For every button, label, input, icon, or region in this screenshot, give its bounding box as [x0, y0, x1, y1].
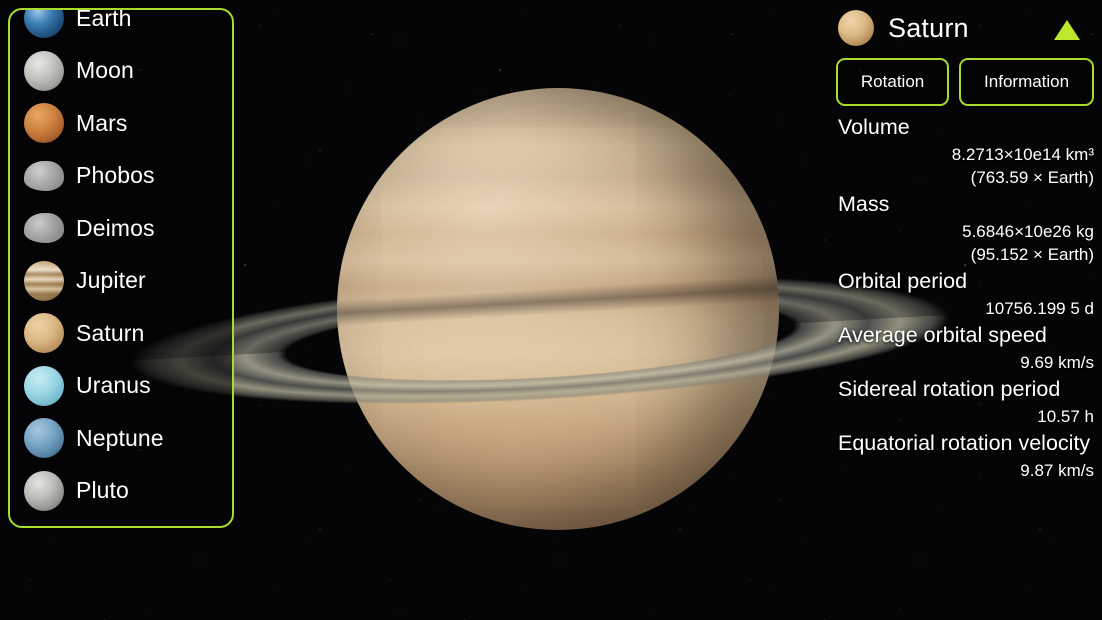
info-row-values: 9.69 km/s [834, 351, 1096, 374]
phobos-thumb [24, 160, 64, 191]
info-row-value: 8.2713×10e14 km³ [951, 145, 1094, 164]
info-row-label: Volume [838, 115, 910, 139]
page-title: Saturn [888, 12, 969, 43]
info-row: Sidereal rotation period 10.57 h [834, 376, 1096, 428]
list-item-label: Saturn [76, 319, 145, 346]
mars-thumb [24, 103, 64, 144]
info-row-label: Orbital period [838, 269, 968, 293]
list-item[interactable]: Saturn [10, 307, 232, 360]
triangle-up-icon[interactable] [1054, 20, 1080, 40]
info-panel-header: Saturn [834, 0, 1096, 56]
list-item-label: Moon [76, 57, 134, 84]
list-item[interactable]: Mars [10, 97, 232, 150]
info-row-value: (95.152 × Earth) [970, 245, 1094, 264]
info-row: Orbital period 10756.199 5 d [834, 268, 1096, 320]
list-item[interactable]: Moon [10, 45, 232, 98]
list-item-label: Neptune [76, 424, 164, 451]
info-row: Equatorial rotation velocity 9.87 km/s [834, 430, 1096, 482]
list-item-label: Earth [76, 8, 132, 31]
list-item[interactable]: Deimos [10, 202, 232, 255]
list-item[interactable]: Uranus [10, 360, 232, 413]
tab-information[interactable]: Information [959, 58, 1094, 106]
info-row-label: Equatorial rotation velocity [838, 431, 1091, 455]
earth-thumb [24, 10, 64, 39]
list-item-label: Phobos [76, 162, 155, 189]
jupiter-thumb [24, 260, 64, 301]
info-row-value: (763.59 × Earth) [970, 168, 1094, 187]
info-row-value: 9.87 km/s [1020, 461, 1094, 480]
app-root: Earth Moon Mars Phobos Deimos Jupiter Saturn Ur… [0, 0, 1102, 620]
deimos-thumb [24, 213, 64, 244]
info-row-values: 10756.199 5 d [834, 297, 1096, 320]
info-row-label: Average orbital speed [838, 323, 1047, 347]
info-row: Average orbital speed 9.69 km/s [834, 322, 1096, 374]
info-row-label: Sidereal rotation period [838, 377, 1061, 401]
info-row-label: Mass [838, 192, 890, 216]
list-item[interactable]: Phobos [10, 150, 232, 203]
pluto-thumb [24, 470, 64, 511]
list-item[interactable]: Pluto [10, 465, 232, 518]
planet-list-panel[interactable]: Earth Moon Mars Phobos Deimos Jupiter Saturn Ur… [8, 8, 234, 528]
list-item[interactable]: Jupiter [10, 255, 232, 308]
saturn-thumb [24, 313, 64, 354]
info-row-values: 5.6846×10e26 kg (95.152 × Earth) [834, 220, 1096, 266]
info-row: Mass 5.6846×10e26 kg (95.152 × Earth) [834, 191, 1096, 266]
info-row: Volume 8.2713×10e14 km³ (763.59 × Earth) [834, 114, 1096, 189]
info-row-values: 8.2713×10e14 km³ (763.59 × Earth) [834, 143, 1096, 189]
info-tab-row: Rotation Information [834, 58, 1096, 106]
tab-rotation[interactable]: Rotation [836, 58, 950, 106]
info-row-values: 9.87 km/s [834, 459, 1096, 482]
info-row-value: 5.6846×10e26 kg [962, 222, 1094, 241]
list-item-label: Uranus [76, 372, 151, 399]
moon-thumb [24, 50, 64, 91]
saturn-ring-shadow [337, 88, 779, 530]
info-row-value: 9.69 km/s [1020, 353, 1094, 372]
info-row-value: 10.57 h [1037, 407, 1094, 426]
info-row-value: 10756.199 5 d [985, 299, 1094, 318]
list-item-label: Jupiter [76, 267, 146, 294]
list-item[interactable]: Neptune [10, 412, 232, 465]
info-rows: Volume 8.2713×10e14 km³ (763.59 × Earth) Ma… [834, 114, 1096, 482]
neptune-thumb [24, 418, 64, 459]
list-item-label: Pluto [76, 477, 129, 504]
info-panel: Saturn Rotation Information Volume 8.2713×… [824, 0, 1102, 620]
saturn-thumb-icon [838, 10, 874, 46]
planet-list-scroll[interactable]: Earth Moon Mars Phobos Deimos Jupiter Saturn Ur… [10, 8, 232, 518]
info-row-values: 10.57 h [834, 405, 1096, 428]
list-item-label: Deimos [76, 214, 155, 241]
list-item-label: Mars [76, 109, 128, 136]
uranus-thumb [24, 365, 64, 406]
list-item[interactable]: Earth [10, 8, 232, 45]
